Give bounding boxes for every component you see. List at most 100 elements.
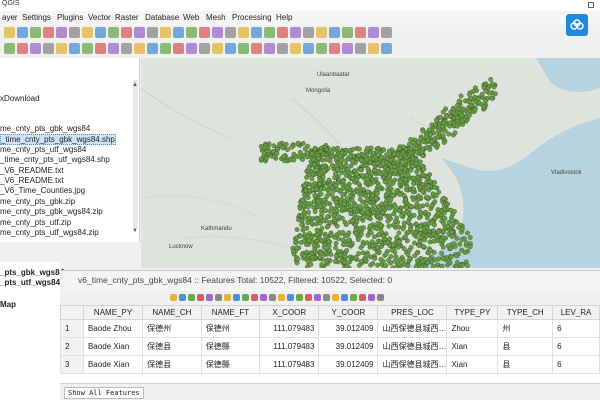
toolbar-tool-icon[interactable] bbox=[290, 43, 301, 54]
table-cell[interactable]: 保德縣 bbox=[200, 337, 261, 356]
browser-item[interactable]: _V6_README.txt bbox=[0, 176, 64, 185]
toolbar-tool-icon[interactable] bbox=[355, 27, 366, 38]
menu-processing[interactable]: Processing bbox=[232, 13, 272, 22]
toolbar-tool-icon[interactable] bbox=[173, 27, 184, 38]
toolbar-tool-icon[interactable] bbox=[225, 43, 236, 54]
table-cell[interactable]: 山西保德县城西… bbox=[377, 355, 448, 374]
menu-help[interactable]: Help bbox=[276, 13, 292, 22]
browser-scrollbar[interactable] bbox=[133, 80, 138, 228]
toolbar-tool-icon[interactable] bbox=[277, 27, 288, 38]
browser-item[interactable]: me_cnty_pts_gbk_wgs84 bbox=[0, 124, 90, 133]
row-index[interactable]: 1 bbox=[60, 319, 84, 338]
toolbar-tool-icon[interactable] bbox=[17, 43, 28, 54]
attribute-tool-icon[interactable] bbox=[350, 294, 357, 301]
toolbar-tool-icon[interactable] bbox=[199, 43, 210, 54]
attribute-tool-icon[interactable] bbox=[278, 294, 285, 301]
toolbar-tool-icon[interactable] bbox=[173, 43, 184, 54]
toolbar-tool-icon[interactable] bbox=[82, 43, 93, 54]
table-cell[interactable]: 6 bbox=[552, 319, 600, 338]
attribute-tool-icon[interactable] bbox=[332, 294, 339, 301]
toolbar-tool-icon[interactable] bbox=[95, 27, 106, 38]
table-row[interactable]: 1 Baode Zhou 保德州 保德州 111.079483 39.01240… bbox=[60, 319, 600, 338]
toolbar-tool-icon[interactable] bbox=[368, 43, 379, 54]
attribute-tool-icon[interactable] bbox=[233, 294, 240, 301]
browser-item[interactable]: _time_cnty_pts_utf_wgs84.shp bbox=[0, 155, 110, 164]
column-header[interactable]: X_COOR bbox=[259, 305, 320, 320]
toolbar-tool-icon[interactable] bbox=[4, 27, 15, 38]
table-cell[interactable]: 县 bbox=[497, 355, 554, 374]
attribute-tool-icon[interactable] bbox=[197, 294, 204, 301]
column-header[interactable]: TYPE_CH bbox=[497, 305, 554, 320]
map-canvas[interactable]: Ulaanbaatar Mongolia Vladivostok Lucknow… bbox=[141, 58, 600, 268]
toolbar-tool-icon[interactable] bbox=[69, 43, 80, 54]
table-cell[interactable]: 6 bbox=[552, 355, 600, 374]
attribute-tool-icon[interactable] bbox=[251, 294, 258, 301]
toolbar-tool-icon[interactable] bbox=[56, 27, 67, 38]
toolbar-tool-icon[interactable] bbox=[316, 43, 327, 54]
toolbar-tool-icon[interactable] bbox=[212, 43, 223, 54]
table-cell[interactable]: Baode Xian bbox=[82, 337, 144, 356]
toolbar-tool-icon[interactable] bbox=[342, 27, 353, 38]
attribute-tool-icon[interactable] bbox=[377, 294, 384, 301]
menu-mesh[interactable]: Mesh bbox=[206, 13, 226, 22]
attribute-tool-icon[interactable] bbox=[215, 294, 222, 301]
toolbar-tool-icon[interactable] bbox=[69, 27, 80, 38]
table-cell[interactable]: 6 bbox=[552, 337, 600, 356]
toolbar-tool-icon[interactable] bbox=[199, 27, 210, 38]
table-cell[interactable]: 111.079483 bbox=[259, 319, 320, 338]
table-cell[interactable]: Baode Zhou bbox=[82, 319, 144, 338]
toolbar-tool-icon[interactable] bbox=[4, 43, 15, 54]
toolbar-tool-icon[interactable] bbox=[30, 43, 41, 54]
menu-web[interactable]: Web bbox=[183, 13, 199, 22]
toolbar-tool-icon[interactable] bbox=[56, 43, 67, 54]
toolbar-tool-icon[interactable] bbox=[108, 43, 119, 54]
browser-item[interactable]: me_cnty_pts_gbk_wgs84.zip bbox=[0, 207, 103, 216]
toolbar-tool-icon[interactable] bbox=[225, 27, 236, 38]
menu-vector[interactable]: Vector bbox=[88, 13, 111, 22]
table-cell[interactable]: 保德州 bbox=[142, 319, 202, 338]
attribute-tool-icon[interactable] bbox=[368, 294, 375, 301]
table-cell[interactable]: 保德县 bbox=[142, 337, 202, 356]
toolbar-tool-icon[interactable] bbox=[277, 43, 288, 54]
toolbar-tool-icon[interactable] bbox=[303, 43, 314, 54]
table-cell[interactable]: 州 bbox=[497, 319, 554, 338]
attribute-tool-icon[interactable] bbox=[305, 294, 312, 301]
toolbar-tool-icon[interactable] bbox=[238, 27, 249, 38]
toolbar-tool-icon[interactable] bbox=[121, 43, 132, 54]
table-cell[interactable]: 39.012409 bbox=[318, 337, 379, 356]
toolbar-tool-icon[interactable] bbox=[43, 27, 54, 38]
attribute-tool-icon[interactable] bbox=[269, 294, 276, 301]
table-cell[interactable]: 山西保德县城西… bbox=[377, 319, 448, 338]
attribute-tool-icon[interactable] bbox=[323, 294, 330, 301]
toolbar-tool-icon[interactable] bbox=[134, 27, 145, 38]
browser-item[interactable]: _V6_README.txt bbox=[0, 166, 64, 175]
attribute-tool-icon[interactable] bbox=[287, 294, 294, 301]
browser-item[interactable]: me_cnty_pts_utf.zip bbox=[0, 218, 71, 227]
attribute-tool-icon[interactable] bbox=[341, 294, 348, 301]
column-header[interactable]: NAME_CH bbox=[142, 305, 202, 320]
table-row[interactable]: 3 Baode Xian 保德县 保德縣 111.079483 39.01240… bbox=[60, 355, 600, 374]
toolbar-tool-icon[interactable] bbox=[95, 43, 106, 54]
attribute-tool-icon[interactable] bbox=[188, 294, 195, 301]
table-cell[interactable]: 县 bbox=[497, 337, 554, 356]
attribute-tool-icon[interactable] bbox=[224, 294, 231, 301]
toolbar-tool-icon[interactable] bbox=[355, 43, 366, 54]
column-header[interactable]: NAME_FT bbox=[200, 305, 261, 320]
column-header[interactable]: LEV_RA bbox=[552, 305, 600, 320]
toolbar-tool-icon[interactable] bbox=[17, 27, 28, 38]
toolbar-tool-icon[interactable] bbox=[108, 27, 119, 38]
toolbar-tool-icon[interactable] bbox=[381, 43, 392, 54]
toolbar-tool-icon[interactable] bbox=[43, 43, 54, 54]
table-cell[interactable]: 保德县 bbox=[142, 355, 202, 374]
toolbar-tool-icon[interactable] bbox=[264, 43, 275, 54]
table-cell[interactable]: Xian bbox=[446, 355, 499, 374]
toolbar-tool-icon[interactable] bbox=[147, 43, 158, 54]
toolbar-tool-icon[interactable] bbox=[381, 27, 392, 38]
column-header[interactable]: PRES_LOC bbox=[377, 305, 448, 320]
toolbar-tool-icon[interactable] bbox=[30, 27, 41, 38]
toolbar-tool-icon[interactable] bbox=[186, 27, 197, 38]
attribute-tool-icon[interactable] bbox=[206, 294, 213, 301]
menu-raster[interactable]: Raster bbox=[115, 13, 139, 22]
layer-item[interactable]: _pts_gbk_wgs84 bbox=[0, 268, 64, 277]
attribute-tool-icon[interactable] bbox=[314, 294, 321, 301]
